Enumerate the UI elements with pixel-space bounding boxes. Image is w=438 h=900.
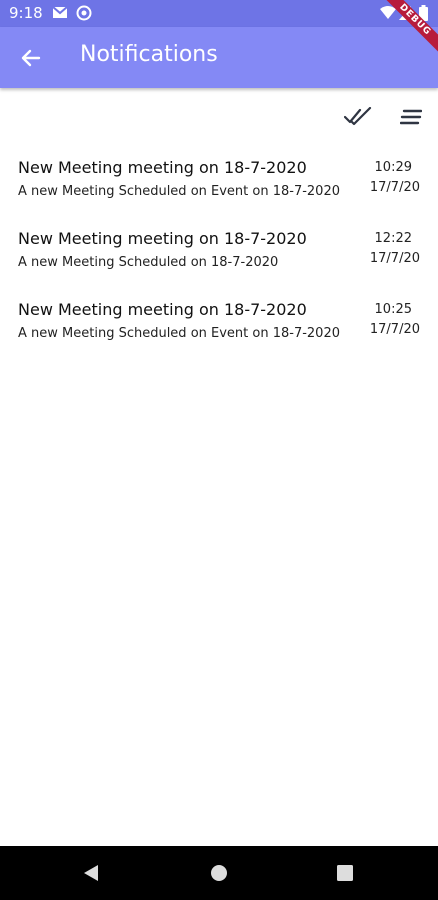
- status-bar: 9:18: [0, 0, 438, 27]
- notification-body: A new Meeting Scheduled on Event on 18-7…: [18, 326, 340, 341]
- app-bar: Notifications: [0, 27, 438, 88]
- notification-date: 17/7/20: [369, 251, 420, 266]
- notification-body: A new Meeting Scheduled on 18-7-2020: [18, 255, 279, 270]
- sync-icon: [76, 5, 92, 21]
- notification-time: 10:29: [374, 160, 412, 175]
- notification-item[interactable]: New Meeting meeting on 18-7-2020 A new M…: [0, 229, 438, 295]
- back-arrow-icon[interactable]: [19, 46, 43, 70]
- notification-date: 17/7/20: [369, 322, 420, 337]
- sort-icon[interactable]: [400, 109, 422, 125]
- status-time: 9:18: [9, 4, 43, 22]
- notification-item[interactable]: New Meeting meeting on 18-7-2020 A new M…: [0, 300, 438, 366]
- notification-date: 17/7/20: [369, 180, 420, 195]
- recents-nav-icon[interactable]: [337, 865, 353, 881]
- double-check-icon[interactable]: [344, 107, 372, 127]
- notification-title: New Meeting meeting on 18-7-2020: [18, 300, 307, 319]
- notification-item[interactable]: New Meeting meeting on 18-7-2020 A new M…: [0, 158, 438, 224]
- gmail-icon: [52, 6, 68, 18]
- home-nav-icon[interactable]: [210, 864, 228, 882]
- notification-title: New Meeting meeting on 18-7-2020: [18, 229, 307, 248]
- notification-time: 12:22: [374, 231, 412, 246]
- page-title: Notifications: [80, 42, 218, 67]
- debug-banner-label: DEBUG: [378, 0, 438, 57]
- back-nav-icon[interactable]: [82, 864, 100, 882]
- notification-title: New Meeting meeting on 18-7-2020: [18, 158, 307, 177]
- notification-body: A new Meeting Scheduled on Event on 18-7…: [18, 184, 340, 199]
- navigation-bar: [0, 846, 438, 900]
- debug-banner: DEBUG: [378, 0, 438, 60]
- notification-time: 10:25: [374, 302, 412, 317]
